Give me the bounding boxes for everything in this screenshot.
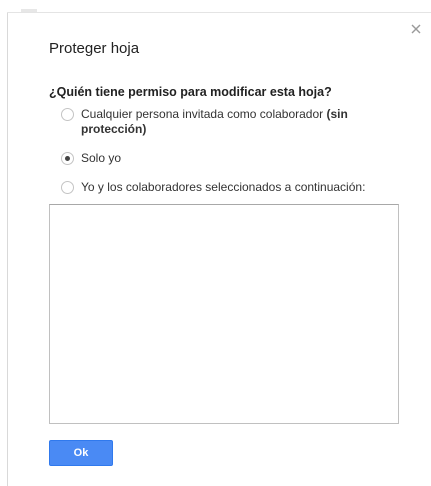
dialog-left-border xyxy=(7,12,8,486)
option-selected-collaborators[interactable]: Yo y los colaboradores seleccionados a c… xyxy=(61,180,365,194)
option-only-me[interactable]: Solo yo xyxy=(61,151,121,165)
option-anyone-collaborator-text: Cualquier persona invitada como colabora… xyxy=(81,107,324,121)
radio-anyone-collaborator[interactable] xyxy=(61,108,74,121)
radio-selected-collaborators[interactable] xyxy=(61,181,74,194)
collaborators-textarea[interactable] xyxy=(49,204,399,424)
ok-button[interactable]: Ok xyxy=(49,440,113,466)
option-only-me-label: Solo yo xyxy=(81,151,122,165)
close-icon[interactable] xyxy=(409,22,423,36)
dialog-title: Proteger hoja xyxy=(49,40,140,57)
close-icon-glyph xyxy=(411,24,421,34)
protect-sheet-dialog: Proteger hoja ¿Quién tiene permiso para … xyxy=(0,0,431,486)
radio-only-me[interactable] xyxy=(61,152,74,165)
dialog-top-edge-tab xyxy=(21,9,37,12)
dialog-top-border xyxy=(7,12,431,13)
permission-question: ¿Quién tiene permiso para modificar esta… xyxy=(49,85,332,99)
option-anyone-collaborator[interactable]: Cualquier persona invitada como colabora… xyxy=(61,107,371,137)
option-selected-collaborators-label: Yo y los colaboradores seleccionados a c… xyxy=(81,180,366,194)
option-anyone-collaborator-label: Cualquier persona invitada como colabora… xyxy=(81,107,371,137)
